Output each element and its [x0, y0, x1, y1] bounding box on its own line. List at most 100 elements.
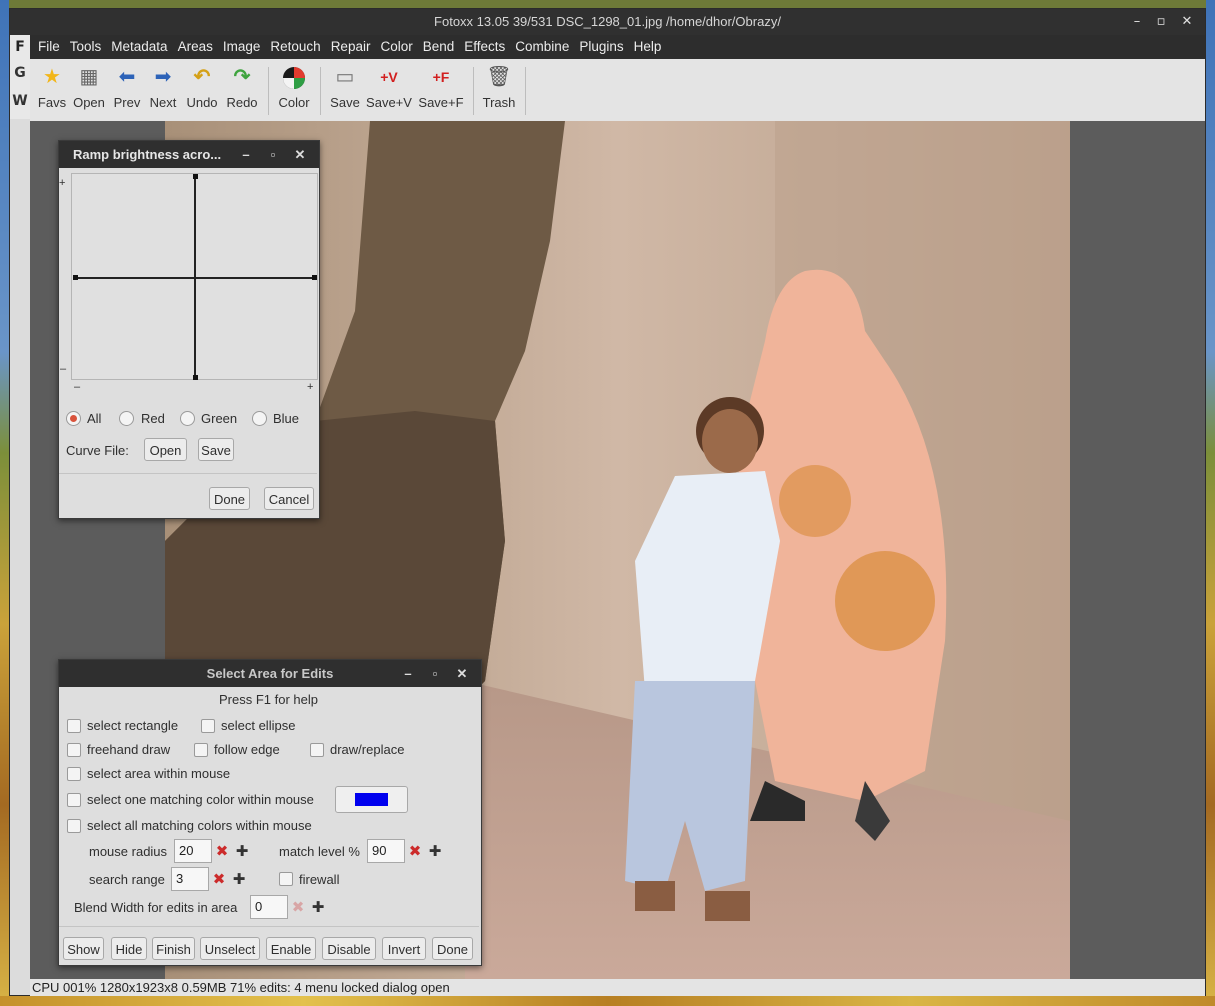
channel-green-radio[interactable] [180, 411, 195, 426]
menu-file[interactable]: File [38, 35, 68, 59]
undo-button[interactable]: ↶ Undo [183, 63, 221, 119]
dialog-divider [59, 473, 317, 474]
channel-all-radio[interactable] [66, 411, 81, 426]
ramp-done-button[interactable]: Done [209, 487, 250, 510]
select-dialog-titlebar[interactable]: Select Area for Edits – ▫ ✕ [59, 660, 481, 687]
curve-node[interactable] [193, 174, 198, 179]
redo-button[interactable]: ↷ Redo [224, 63, 260, 119]
menu-combine[interactable]: Combine [515, 35, 577, 59]
minimize-icon[interactable]: – [397, 660, 419, 687]
search-range-input[interactable]: 3 [171, 867, 209, 891]
menu-image[interactable]: Image [223, 35, 269, 59]
channel-blue-radio[interactable] [252, 411, 267, 426]
disable-button[interactable]: Disable [322, 937, 376, 960]
arrow-right-icon: ➡ [154, 66, 172, 88]
close-icon[interactable]: ✕ [451, 660, 473, 687]
axis-minus-bottom: – [74, 381, 81, 393]
help-hint: Press F1 for help [219, 692, 318, 707]
save-drive-icon: ▭ [335, 66, 355, 88]
ramp-cancel-button[interactable]: Cancel [264, 487, 314, 510]
blend-width-input[interactable]: 0 [250, 895, 288, 919]
window-titlebar[interactable]: Fotoxx 13.05 39/531 DSC_1298_01.jpg /hom… [10, 9, 1205, 35]
follow-edge-label: follow edge [214, 742, 280, 757]
side-mode-tabs: G W [10, 59, 30, 119]
menu-retouch[interactable]: Retouch [270, 35, 328, 59]
match-level-input[interactable]: 90 [367, 839, 405, 863]
toolbar-separator [473, 67, 474, 115]
one-matching-color-label: select one matching color within mouse [87, 792, 314, 807]
curve-save-button[interactable]: Save [198, 438, 234, 461]
mouse-radius-input[interactable]: 20 [174, 839, 212, 863]
close-icon[interactable]: ✕ [1177, 12, 1197, 32]
select-done-button[interactable]: Done [432, 937, 473, 960]
close-icon[interactable]: ✕ [289, 141, 311, 168]
curve-node[interactable] [193, 375, 198, 380]
curve-graph[interactable] [71, 173, 318, 380]
firewall-checkbox[interactable] [279, 872, 293, 886]
blend-width-decrement-icon[interactable]: ✖ [288, 895, 308, 919]
save-button[interactable]: ▭ Save [328, 63, 362, 119]
mouse-radius-label: mouse radius [89, 844, 168, 859]
menu-color[interactable]: Color [380, 35, 420, 59]
trash-button[interactable]: 🗑 Trash [481, 63, 517, 119]
hide-button[interactable]: Hide [111, 937, 147, 960]
area-within-mouse-checkbox[interactable] [67, 767, 81, 781]
favs-button[interactable]: ★ Favs [36, 63, 68, 119]
search-range-increment-icon[interactable]: ✚ [229, 867, 249, 891]
all-matching-colors-label: select all matching colors within mouse [87, 818, 312, 833]
mouse-radius-decrement-icon[interactable]: ✖ [212, 839, 232, 863]
channel-green-label: Green [201, 411, 238, 426]
match-level-increment-icon[interactable]: ✚ [425, 839, 445, 863]
window-title: Fotoxx 13.05 39/531 DSC_1298_01.jpg /hom… [434, 14, 781, 29]
match-color-swatch-button[interactable] [335, 786, 408, 813]
unselect-button[interactable]: Unselect [200, 937, 260, 960]
menu-tools[interactable]: Tools [70, 35, 110, 59]
ramp-dialog-titlebar[interactable]: Ramp brightness acro... – ▫ ✕ [59, 141, 319, 168]
open-button[interactable]: ▦ Open [70, 63, 108, 119]
curve-node[interactable] [312, 275, 317, 280]
open-folder-icon: ▦ [79, 66, 99, 88]
channel-red-radio[interactable] [119, 411, 134, 426]
menubar: F File Tools Metadata Areas Image Retouc… [10, 35, 1205, 59]
match-level-decrement-icon[interactable]: ✖ [405, 839, 425, 863]
finish-button[interactable]: Finish [152, 937, 195, 960]
mode-tab-f[interactable]: F [10, 35, 30, 59]
minimize-icon[interactable]: – [1127, 12, 1147, 32]
channel-all-label: All [87, 411, 102, 426]
freehand-draw-label: freehand draw [87, 742, 171, 757]
maximize-icon[interactable]: ▫ [1151, 12, 1171, 32]
prev-button[interactable]: ⬅ Prev [111, 63, 143, 119]
mouse-radius-increment-icon[interactable]: ✚ [232, 839, 252, 863]
channel-blue-label: Blue [273, 411, 300, 426]
curve-node[interactable] [73, 275, 78, 280]
select-rectangle-checkbox[interactable] [67, 719, 81, 733]
curve-open-button[interactable]: Open [144, 438, 187, 461]
menu-help[interactable]: Help [634, 35, 670, 59]
menu-effects[interactable]: Effects [464, 35, 513, 59]
freehand-draw-checkbox[interactable] [67, 743, 81, 757]
enable-button[interactable]: Enable [266, 937, 316, 960]
color-button[interactable]: Color [275, 63, 313, 119]
save-file-button[interactable]: +F Save+F [418, 63, 464, 119]
menu-metadata[interactable]: Metadata [111, 35, 175, 59]
menu-areas[interactable]: Areas [178, 35, 221, 59]
mode-tab-g[interactable]: G [10, 59, 30, 87]
blend-width-increment-icon[interactable]: ✚ [308, 895, 328, 919]
menu-bend[interactable]: Bend [423, 35, 463, 59]
invert-button[interactable]: Invert [382, 937, 426, 960]
next-button[interactable]: ➡ Next [146, 63, 180, 119]
search-range-decrement-icon[interactable]: ✖ [209, 867, 229, 891]
minimize-icon[interactable]: – [235, 141, 257, 168]
maximize-icon[interactable]: ▫ [424, 660, 446, 687]
show-button[interactable]: Show [63, 937, 104, 960]
save-version-button[interactable]: +V Save+V [365, 63, 413, 119]
all-matching-colors-checkbox[interactable] [67, 819, 81, 833]
mode-tab-w[interactable]: W [10, 87, 30, 115]
select-ellipse-checkbox[interactable] [201, 719, 215, 733]
menu-repair[interactable]: Repair [331, 35, 379, 59]
maximize-icon[interactable]: ▫ [262, 141, 284, 168]
one-matching-color-checkbox[interactable] [67, 793, 81, 807]
menu-plugins[interactable]: Plugins [579, 35, 631, 59]
follow-edge-checkbox[interactable] [194, 743, 208, 757]
draw-replace-checkbox[interactable] [310, 743, 324, 757]
